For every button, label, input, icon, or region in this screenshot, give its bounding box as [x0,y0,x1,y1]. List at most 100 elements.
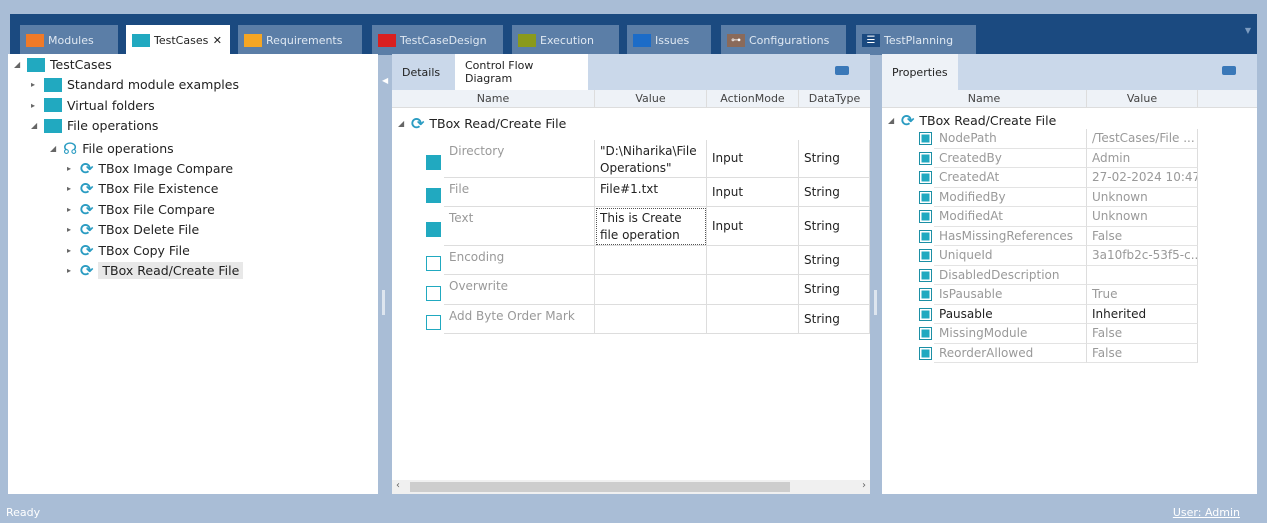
collapse-icon[interactable]: ◢ [888,116,896,125]
col-datatype[interactable]: DataType [799,90,870,108]
cell-type: String [799,207,870,246]
cell-value[interactable]: File#1.txt [595,178,707,207]
tab-modules[interactable]: Modules [20,25,118,55]
expand-icon[interactable]: ▸ [67,164,75,173]
close-tab-icon[interactable]: ✕ [213,34,222,47]
tab-testcasedesign[interactable]: TestCaseDesign [372,25,503,55]
cell-value[interactable] [595,246,707,275]
property-icon [919,132,932,145]
property-icon [919,190,932,204]
col-actionmode[interactable]: ActionMode [707,90,799,108]
property-name: DisabledDescription [934,265,1087,285]
tree-item[interactable]: ▸ ⟳ TBox Delete File [67,220,199,239]
tree-item[interactable]: ▸ ⟳ TBox Read/Create File [67,261,244,280]
testcase-icon: ⟳ [901,111,915,130]
tab-testplanning[interactable]: ☰ TestPlanning [856,25,976,55]
collapse-icon[interactable]: ◢ [14,60,22,69]
row-checkbox[interactable] [426,315,441,330]
tree-item[interactable]: ◢ ☊ File operations [50,139,174,158]
property-icon [919,151,932,165]
testcase-icon: ⟳ [80,199,94,219]
collapse-left-icon[interactable]: ◀ [382,76,388,85]
row-checkbox[interactable] [426,256,441,271]
tree-item[interactable]: ◢ File operations [31,118,158,133]
module-tab-bar: Modules TestCases ✕ Requirements TestCaseDes… [10,14,1257,55]
tree-item-label: File operations [82,140,174,156]
collapse-icon[interactable]: ◢ [31,121,39,130]
cell-value[interactable]: "D:\Niharika\File Operations" [595,140,707,178]
folder-icon [27,57,45,72]
expand-icon[interactable]: ▸ [67,225,75,234]
col-name[interactable]: Name [392,90,595,108]
tree-item[interactable]: ▸ ⟳ TBox Image Compare [67,159,233,178]
cell-value[interactable] [595,305,707,334]
property-value: Admin [1087,148,1198,168]
col-name[interactable]: Name [882,90,1087,108]
splitter-handle[interactable] [382,290,385,315]
expand-icon[interactable]: ▸ [67,246,75,255]
scroll-right-icon[interactable]: › [862,480,866,491]
expand-icon[interactable]: ▸ [67,184,75,193]
tab-testcases[interactable]: TestCases ✕ [126,25,230,55]
tab-issues[interactable]: Issues [627,25,711,55]
tab-configurations[interactable]: ⊶ Configurations [721,25,846,55]
tab-label: TestCaseDesign [400,33,487,47]
cell-type: String [799,140,870,178]
tab-label: Execution [540,33,594,47]
properties-header: Name Value [882,90,1257,108]
cell-value[interactable]: This is Create file operation [595,207,707,246]
cell-mode[interactable]: Input [707,207,799,246]
cell-name: Overwrite [444,275,595,305]
tree-item-label: TBox File Existence [98,181,219,197]
tab-execution[interactable]: Execution [512,25,619,55]
tab-properties[interactable]: Properties [882,54,958,90]
tree-item[interactable]: ▸ ⟳ TBox File Existence [67,179,219,198]
cell-mode[interactable]: Input [707,140,799,178]
expand-icon[interactable]: ▸ [67,266,75,275]
cell-mode[interactable]: Input [707,178,799,207]
collapse-icon[interactable]: ◢ [50,144,58,153]
tab-control-flow-diagram[interactable]: Control Flow Diagram [455,54,588,90]
tree-item[interactable]: ◢ TestCases [14,57,112,72]
expand-icon[interactable]: ▸ [67,205,75,214]
folder-icon [44,77,62,92]
row-checkbox[interactable] [426,154,441,170]
tree-item[interactable]: ▸ Virtual folders [31,98,155,113]
properties-root-row[interactable]: ◢ ⟳ TBox Read/Create File [888,111,1056,130]
cell-value[interactable] [595,275,707,305]
tree-root-row[interactable]: ◢ ⟳ TBox Read/Create File [398,114,566,133]
property-value: False [1087,343,1198,363]
cell-mode[interactable] [707,275,799,305]
tab-requirements[interactable]: Requirements [238,25,362,55]
row-checkbox[interactable] [426,285,441,301]
cell-mode[interactable] [707,305,799,334]
print-icon[interactable] [1222,66,1236,75]
property-icon [919,327,932,340]
tree-item[interactable]: ▸ ⟳ TBox File Compare [67,200,215,219]
tree-item[interactable]: ▸ Standard module examples [31,77,239,92]
folder-icon [633,33,651,47]
col-value[interactable]: Value [1087,90,1198,108]
property-value[interactable]: Inherited [1087,304,1198,324]
scroll-left-icon[interactable]: ‹ [396,480,400,491]
row-checkbox[interactable] [426,222,441,237]
tab-label: Requirements [266,33,343,47]
tab-details[interactable]: Details [392,54,444,90]
expand-icon[interactable]: ▸ [31,80,39,89]
horizontal-scrollbar[interactable]: ‹ › [392,480,870,494]
row-checkbox[interactable] [426,188,441,203]
cell-mode[interactable] [707,246,799,275]
print-icon[interactable] [835,66,849,75]
tab-overflow-icon[interactable]: ▼ [1245,26,1251,35]
col-value[interactable]: Value [595,90,707,108]
property-value: Unknown [1087,187,1198,207]
property-name: IsPausable [934,285,1087,305]
user-link[interactable]: User: Admin [1173,506,1240,519]
cell-name: Encoding [444,246,595,275]
collapse-icon[interactable]: ◢ [398,119,406,128]
scrollbar-thumb[interactable] [410,482,790,492]
expand-icon[interactable]: ▸ [31,101,39,110]
splitter-handle-right[interactable] [874,290,877,315]
tree-item[interactable]: ▸ ⟳ TBox Copy File [67,241,190,260]
tree-item-label: File operations [67,118,159,134]
